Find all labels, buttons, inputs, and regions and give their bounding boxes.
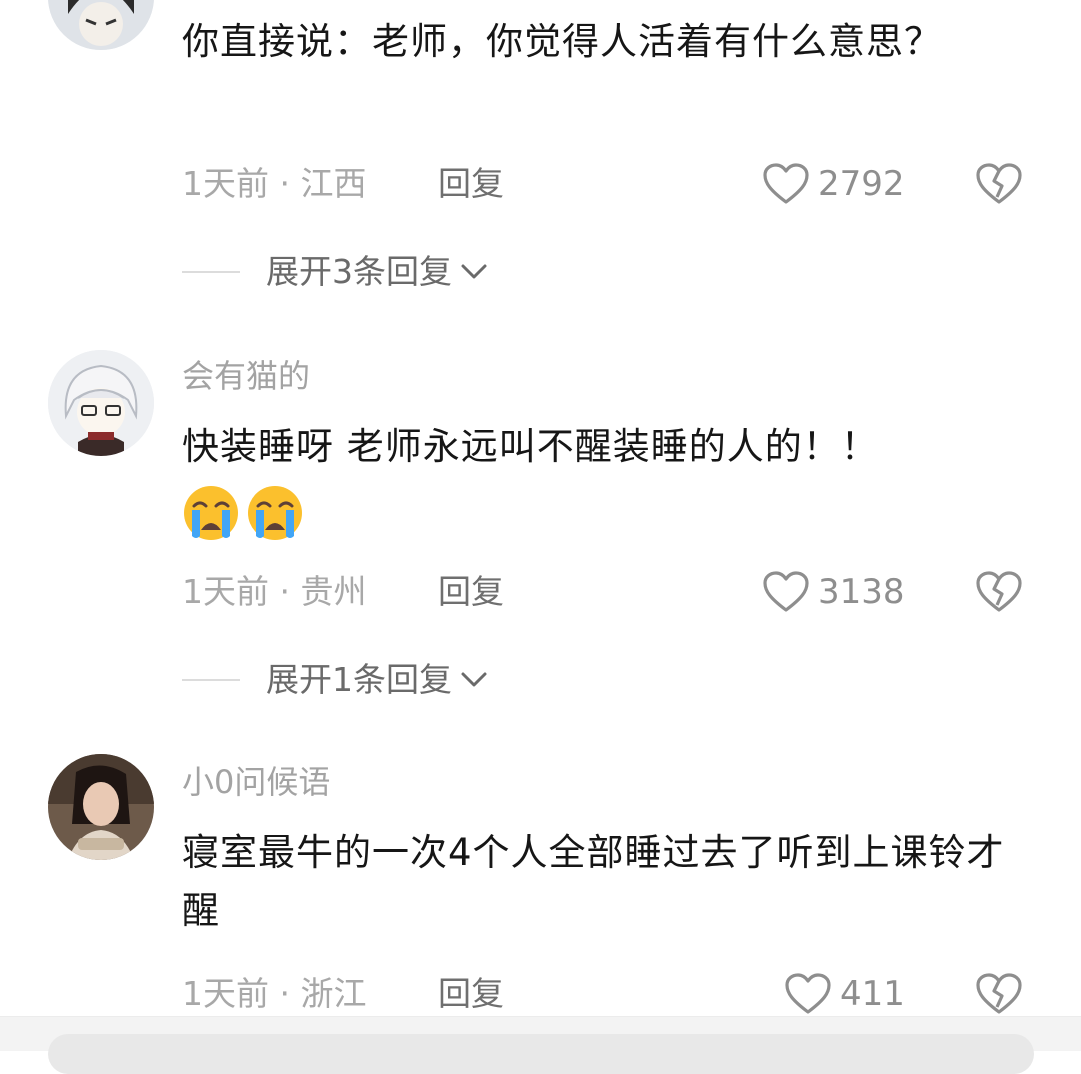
like-count: 3138 xyxy=(818,572,905,612)
comment-text: 快装睡呀 老师永远叫不醒装睡的人的！！ xyxy=(182,425,879,468)
expand-replies-button[interactable]: 展开1条回复 xyxy=(182,660,488,700)
comment-text: 寝室最牛的一次4个人全部睡过去了听到上课铃才醒 xyxy=(182,831,1005,932)
heart-icon xyxy=(762,162,810,206)
avatar[interactable] xyxy=(48,350,154,456)
expand-replies-label: 展开1条回复 xyxy=(266,660,452,699)
comment-text: 你直接说：老师，你觉得人活着有什么意思？ xyxy=(182,20,942,63)
like-button[interactable]: 3138 xyxy=(762,570,905,614)
crying-face-emoji xyxy=(246,484,304,542)
like-button[interactable]: 2792 xyxy=(762,162,905,206)
like-button[interactable]: 411 xyxy=(784,972,905,1016)
username[interactable]: 会有猫的 xyxy=(182,356,310,396)
avatar[interactable] xyxy=(48,0,154,50)
reply-button[interactable]: 回复 xyxy=(438,572,504,612)
heart-icon xyxy=(762,570,810,614)
avatar[interactable] xyxy=(48,754,154,860)
like-count: 2792 xyxy=(818,164,905,204)
reply-button[interactable]: 回复 xyxy=(438,974,504,1014)
comment-time-location: 1天前 · 浙江 xyxy=(182,974,367,1013)
broken-heart-icon xyxy=(975,570,1023,614)
like-count: 411 xyxy=(840,974,905,1014)
comment-time-location: 1天前 · 江西 xyxy=(182,164,367,203)
chevron-down-icon xyxy=(452,670,488,690)
expand-replies-label: 展开3条回复 xyxy=(266,252,452,291)
dislike-button[interactable] xyxy=(975,972,1023,1016)
divider xyxy=(182,679,240,681)
emoji-row xyxy=(182,484,304,542)
divider xyxy=(182,271,240,273)
broken-heart-icon xyxy=(975,162,1023,206)
reply-button[interactable]: 回复 xyxy=(438,164,504,204)
username[interactable]: 小0问候语 xyxy=(182,762,330,802)
dislike-button[interactable] xyxy=(975,570,1023,614)
comment-time-location: 1天前 · 贵州 xyxy=(182,572,367,611)
broken-heart-icon xyxy=(975,972,1023,1016)
chevron-down-icon xyxy=(452,262,488,282)
crying-face-emoji xyxy=(182,484,240,542)
comment-input[interactable] xyxy=(48,1034,1034,1074)
dislike-button[interactable] xyxy=(975,162,1023,206)
expand-replies-button[interactable]: 展开3条回复 xyxy=(182,252,488,292)
heart-icon xyxy=(784,972,832,1016)
